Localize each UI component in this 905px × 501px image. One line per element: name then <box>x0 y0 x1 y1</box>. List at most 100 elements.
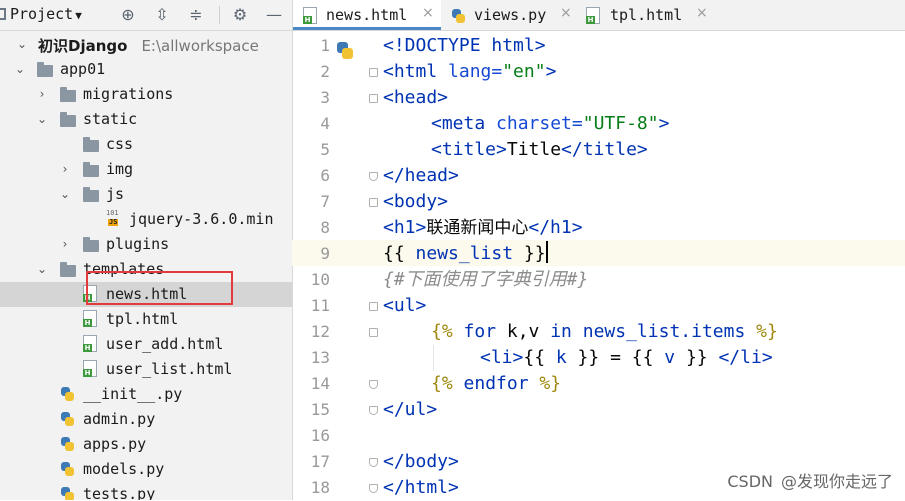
tree-item-models-py[interactable]: models.py <box>0 457 292 482</box>
tree-item-user-list-html[interactable]: H user_list.html <box>0 357 292 382</box>
code-line-17[interactable]: </body> <box>383 449 459 475</box>
code-line-7[interactable]: <body> <box>383 189 448 215</box>
chevron-down-icon[interactable]: ⌄ <box>59 186 71 202</box>
project-toolbar: Project ▼ ⊕ ⇳ ≑ ⚙ — <box>0 0 292 31</box>
line-number: 18 <box>310 478 330 497</box>
folder-icon <box>60 262 76 277</box>
code-line-4[interactable]: <meta charset="UTF-8"> <box>431 111 669 137</box>
fold-marker[interactable] <box>369 94 378 103</box>
tree-item-init-py[interactable]: __init__.py <box>0 382 292 407</box>
chevron-down-icon[interactable]: ⌄ <box>36 261 48 277</box>
fold-marker[interactable] <box>369 406 378 415</box>
close-icon[interactable]: × <box>696 5 708 21</box>
fold-marker[interactable] <box>369 458 378 467</box>
line-number: 13 <box>310 348 330 367</box>
code-line-8[interactable]: <h1>联通新闻中心</h1> <box>383 215 583 241</box>
folder-icon <box>83 187 99 202</box>
line-number: 14 <box>310 374 330 393</box>
tab-tpl-html[interactable]: H tpl.html × <box>578 0 713 30</box>
line-number: 7 <box>320 192 330 211</box>
tab-label: tpl.html <box>610 6 683 24</box>
code-line-12[interactable]: {% for k,v in news_list.items %} <box>431 319 778 345</box>
code-line-9[interactable]: {{ news_list }} <box>383 241 548 267</box>
close-icon[interactable]: × <box>422 5 434 21</box>
line-number: 4 <box>320 114 330 133</box>
line-number: 16 <box>310 426 330 445</box>
tree-item-migrations[interactable]: › migrations <box>0 82 292 107</box>
code-line-2[interactable]: <html lang="en"> <box>383 59 556 85</box>
tree-item-label: migrations <box>83 85 174 103</box>
folder-icon <box>60 112 76 127</box>
code-line-1[interactable]: <!DOCTYPE html> <box>383 33 546 59</box>
code-line-18[interactable]: </html> <box>383 475 459 501</box>
toolbar-divider <box>219 6 220 24</box>
code-line-15[interactable]: </ul> <box>383 397 437 423</box>
tree-item-tests-py[interactable]: tests.py <box>0 482 292 500</box>
tree-item-label: admin.py <box>83 410 156 428</box>
tree-item-label: app01 <box>60 60 106 78</box>
python-file-icon <box>451 7 465 24</box>
project-view-selector[interactable]: Project ▼ <box>0 5 82 23</box>
text-cursor <box>545 241 548 263</box>
code-line-14[interactable]: {% endfor %} <box>431 371 561 397</box>
tree-item-label: tests.py <box>83 485 156 500</box>
folder-icon <box>60 87 76 102</box>
code-line-6[interactable]: </head> <box>383 163 459 189</box>
fold-marker[interactable] <box>369 198 378 207</box>
tree-item-css[interactable]: css <box>0 132 292 157</box>
fold-marker[interactable] <box>369 484 378 493</box>
chevron-right-icon[interactable]: › <box>59 236 71 252</box>
tree-item-apps-py[interactable]: apps.py <box>0 432 292 457</box>
project-icon <box>0 8 6 20</box>
html-file-icon: H <box>83 360 97 377</box>
line-number: 1 <box>320 36 330 55</box>
chevron-down-icon[interactable]: ⌄ <box>36 111 48 127</box>
fold-marker[interactable] <box>369 68 378 77</box>
tree-item-label: tpl.html <box>106 310 179 328</box>
editor-tabs: H news.html × views.py × H tpl.html × <box>292 0 905 31</box>
html-file-icon: H <box>586 7 600 24</box>
python-icon <box>335 40 355 60</box>
gear-icon[interactable]: ⚙ <box>231 6 249 24</box>
tree-item-root[interactable]: ⌄ 初识Django E:\allworkspace <box>0 32 292 57</box>
close-icon[interactable]: × <box>560 5 572 21</box>
chevron-right-icon[interactable]: › <box>36 86 48 102</box>
tree-item-plugins[interactable]: › plugins <box>0 232 292 257</box>
fold-marker[interactable] <box>369 328 378 337</box>
fold-marker[interactable] <box>369 172 378 181</box>
js-file-icon: 101 JS <box>106 209 119 226</box>
chevron-down-icon: ▼ <box>75 9 82 22</box>
tree-item-js[interactable]: ⌄ js <box>0 182 292 207</box>
tree-item-admin-py[interactable]: admin.py <box>0 407 292 432</box>
tab-views-py[interactable]: views.py × <box>443 0 576 30</box>
code-line-13[interactable]: <li>{{ k }} = {{ v }} </li> <box>480 345 773 371</box>
watermark: CSDN @发现你走远了 <box>727 472 893 491</box>
collapse-all-icon[interactable]: ≑ <box>187 6 205 24</box>
tree-item-static[interactable]: ⌄ static <box>0 107 292 132</box>
python-file-icon <box>60 385 74 402</box>
tree-item-img[interactable]: › img <box>0 157 292 182</box>
locate-icon[interactable]: ⊕ <box>119 6 137 24</box>
tree-item-label: 初识Django E:\allworkspace <box>38 37 259 55</box>
html-file-icon: H <box>303 7 317 24</box>
tree-item-tpl-html[interactable]: H tpl.html <box>0 307 292 332</box>
chevron-down-icon[interactable]: ⌄ <box>16 36 28 52</box>
tree-item-jquery[interactable]: 101 JS jquery-3.6.0.min <box>0 207 292 232</box>
expand-all-icon[interactable]: ⇳ <box>153 6 171 24</box>
minimize-icon[interactable]: — <box>265 6 283 24</box>
tab-news-html[interactable]: H news.html × <box>293 0 441 30</box>
python-file-icon <box>60 435 74 452</box>
chevron-down-icon[interactable]: ⌄ <box>14 61 26 77</box>
chevron-right-icon[interactable]: › <box>59 161 71 177</box>
code-line-3[interactable]: <head> <box>383 85 448 111</box>
fold-marker[interactable] <box>369 380 378 389</box>
code-line-5[interactable]: <title>Title</title> <box>431 137 648 163</box>
code-line-11[interactable]: <ul> <box>383 293 426 319</box>
html-file-icon: H <box>83 335 97 352</box>
line-number: 12 <box>310 322 330 341</box>
fold-marker[interactable] <box>369 302 378 311</box>
tree-item-app01[interactable]: ⌄ app01 <box>0 57 292 82</box>
tree-item-user-add-html[interactable]: H user_add.html <box>0 332 292 357</box>
indent-guide <box>433 345 434 371</box>
code-line-10[interactable]: {#下面使用了字典引用#} <box>383 267 588 293</box>
